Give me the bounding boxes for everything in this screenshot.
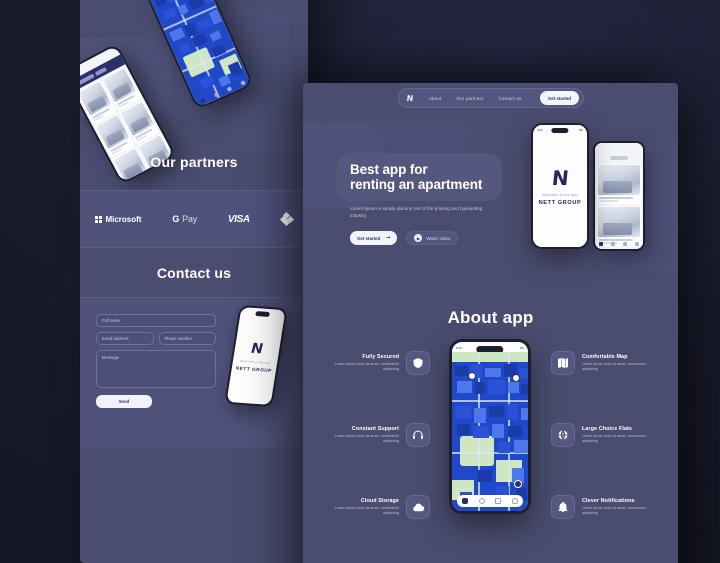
shield-icon	[406, 351, 430, 375]
contact-splash-phone: N Welcome to the app NETT GROUP	[224, 304, 288, 408]
phone-splash-screen: N Welcome to the app NETT GROUP	[533, 125, 587, 247]
listing-topbar	[595, 153, 643, 162]
map-tabbar	[457, 495, 523, 507]
phone-splash-screen: N Welcome to the app NETT GROUP	[226, 307, 285, 405]
map-pin-marker[interactable]	[514, 480, 522, 488]
feature-body: Lorem ipsum dolor sit amet, consectetur …	[582, 362, 646, 371]
feature-body: Lorem ipsum dolor sit amet, consectetur …	[335, 506, 399, 515]
map-pin-marker[interactable]	[468, 372, 476, 380]
feature-body: Lorem ipsum dolor sit amet, consectetur …	[335, 362, 399, 371]
message-field[interactable]: Message	[96, 350, 216, 388]
feature-large-choice-flats: Large Choice Flats Lorem ipsum dolor sit…	[551, 423, 660, 447]
splash-subtitle: Welcome to the app	[542, 193, 578, 197]
right-page-panel: N About Our partners Contact us Get star…	[303, 83, 678, 563]
feature-heading: Large Choice Flats	[582, 426, 633, 433]
partner-label: Microsoft	[105, 214, 142, 224]
play-icon: ▶	[414, 234, 423, 242]
left-page-panel: Download app to get started  Download o…	[80, 0, 308, 563]
hero-watch-video-label: Watch video	[426, 235, 451, 241]
map-pin-marker[interactable]	[512, 374, 520, 382]
feature-constant-support: Constant Support Lorem ipsum dolor sit a…	[321, 423, 430, 447]
tab-explore-icon[interactable]	[478, 498, 485, 504]
feature-heading: Fully Secured	[362, 354, 399, 361]
nav-logo-icon[interactable]: N	[402, 91, 417, 105]
listing-cards	[595, 164, 643, 246]
listing-card	[597, 164, 641, 204]
feature-cloud-storage: Cloud Storage Lorem ipsum dolor sit amet…	[321, 495, 430, 519]
hero-listing-phone	[593, 141, 645, 251]
feature-heading: Clever Notifications	[582, 498, 635, 505]
top-navbar: N About Our partners Contact us Get star…	[398, 88, 584, 108]
hero-get-started-button[interactable]: Get started ➞	[350, 231, 398, 245]
globe-icon	[551, 423, 575, 447]
feature-heading: Comfortable Map	[582, 354, 628, 361]
contact-form: Full name Email address Phone number Mes…	[96, 314, 216, 408]
listing-tabbar	[595, 240, 643, 247]
feature-fully-secured: Fully Secured Lorem ipsum dolor sit amet…	[321, 351, 430, 375]
feature-heading: Constant Support	[351, 426, 399, 433]
nav-get-started-button[interactable]: Get started	[539, 91, 579, 105]
hero-title-line1: Best app for	[350, 161, 428, 177]
email-field[interactable]: Email address	[96, 332, 154, 345]
feature-comfortable-map: Comfortable Map Lorem ipsum dolor sit am…	[551, 351, 660, 375]
phone-field[interactable]: Phone number	[158, 332, 216, 345]
tab-profile-icon[interactable]	[511, 498, 518, 504]
feature-body: Lorem ipsum dolor sit amet, consectetur …	[335, 434, 399, 443]
headset-icon	[406, 423, 430, 447]
feature-body: Lorem ipsum dolor sit amet, consectetur …	[582, 434, 646, 443]
partners-section-title: Our partners	[150, 154, 238, 170]
feature-body: Lorem ipsum dolor sit amet, consectetur …	[582, 506, 646, 515]
hero-title-line2: renting an apartment	[350, 177, 483, 192]
decor-blob-c	[230, 92, 308, 152]
nav-link-about[interactable]: About	[429, 96, 441, 101]
feature-heading: Cloud Storage	[360, 498, 399, 505]
bell-icon	[551, 495, 575, 519]
full-name-field[interactable]: Full name	[96, 314, 216, 327]
listing-screen	[595, 143, 643, 249]
screenshot-stage: Download app to get started  Download o…	[0, 0, 720, 563]
hero-title-card: Best app for renting an apartment	[337, 153, 502, 201]
about-section-title: About app	[447, 308, 534, 327]
diamond-icon	[279, 211, 294, 227]
map-screen	[452, 352, 528, 511]
partner-diamond[interactable]	[279, 211, 294, 227]
nav-links: About Our partners Contact us	[429, 96, 522, 101]
send-button[interactable]: Send	[96, 395, 152, 408]
gpay-icon: G	[172, 214, 180, 224]
app-logo-n: N	[249, 340, 266, 357]
contact-section-title: Contact us	[156, 265, 232, 281]
splash-subtitle: Welcome to the app	[239, 358, 271, 365]
splash-brand: NETT GROUP	[538, 200, 582, 206]
partners-logo-row: Microsoft G Pay VISA	[80, 190, 308, 248]
visa-icon: VISA	[227, 213, 250, 225]
cloud-icon	[406, 495, 430, 519]
tab-saved-icon[interactable]	[495, 498, 502, 504]
partner-label: Pay	[182, 214, 198, 224]
partner-visa[interactable]: VISA	[228, 214, 250, 225]
nav-link-contact-us[interactable]: Contact us	[499, 96, 522, 101]
hero-paragraph: Lorem Ipsum is simply dummy text of the …	[350, 206, 483, 218]
partner-gpay[interactable]: G Pay	[172, 214, 197, 224]
map-icon	[551, 351, 575, 375]
about-map-phone: 9:41 5G	[449, 339, 531, 514]
hero-watch-video-button[interactable]: ▶ Watch video	[406, 231, 459, 245]
microsoft-icon	[95, 215, 103, 223]
hero-splash-phone: 9:41 5G N Welcome to the app NETT GROUP	[531, 123, 589, 249]
hero-button-group: Get started ➞ ▶ Watch video	[350, 231, 459, 245]
contact-section: Full name Email address Phone number Mes…	[80, 297, 308, 447]
app-logo-n: N	[550, 166, 570, 190]
hero-get-started-label: Get started	[357, 235, 381, 241]
partner-microsoft[interactable]: Microsoft	[95, 215, 141, 224]
feature-clever-notifications: Clever Notifications Lorem ipsum dolor s…	[551, 495, 660, 519]
arrow-right-icon: ➞	[386, 235, 391, 241]
nav-link-our-partners[interactable]: Our partners	[456, 96, 483, 101]
splash-brand: NETT GROUP	[235, 365, 273, 373]
tab-search-icon[interactable]	[462, 498, 469, 504]
